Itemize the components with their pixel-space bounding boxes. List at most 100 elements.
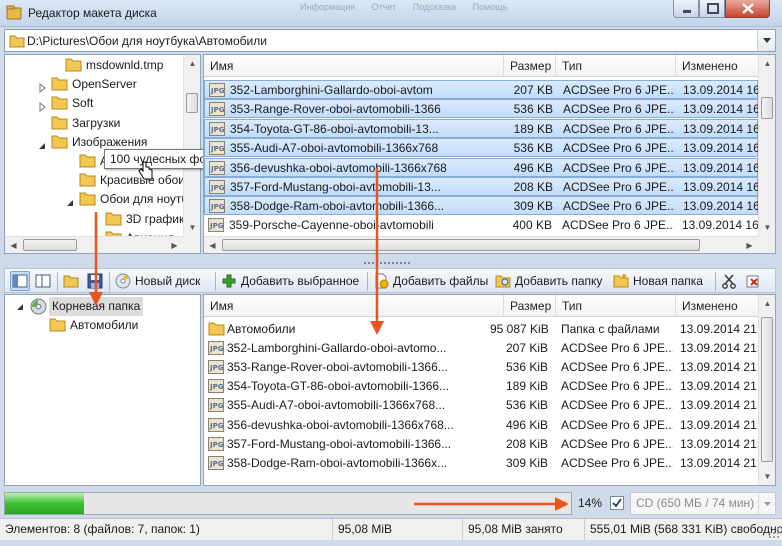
delete-button[interactable] (745, 272, 763, 291)
minimize-button[interactable] (673, 0, 699, 18)
view-list-button[interactable] (35, 272, 53, 291)
disc-type-select[interactable]: CD (650 МБ / 74 мин) (630, 492, 776, 515)
scroll-left-arrow[interactable]: ◀ (204, 237, 221, 253)
scroll-left-arrow[interactable]: ◀ (5, 237, 22, 253)
source-list-horizontal-scrollbar[interactable]: ◀ ▶ (204, 236, 758, 253)
jpg-file-icon: JPG (208, 341, 224, 356)
file-row[interactable]: JPG 359-Porsche-Cayenne-oboi-avtomobili 40… (204, 216, 758, 235)
disc-file-row[interactable]: Автомобили 95 087 KiB Папка с файлами 13.09… (204, 320, 758, 339)
tree-item[interactable]: Красивые обои (5, 171, 185, 190)
disc-type-checkbox[interactable] (610, 496, 624, 510)
split-view-icon (35, 274, 51, 288)
file-row[interactable]: JPG 357-Ford-Mustang-oboi-avtomobili-13..… (204, 177, 759, 196)
disc-editor-icon (6, 5, 22, 20)
file-row[interactable]: JPG 355-Audi-A7-oboi-avtomobili-1366x768 5… (204, 138, 759, 158)
disc-file-row[interactable]: JPG 354-Toyota-GT-86-oboi-avtomobili-1366… (204, 377, 758, 396)
tree-item[interactable]: Soft (5, 94, 181, 113)
disc-file-row[interactable]: JPG 358-Dodge-Ram-oboi-avtomobili-1366x..… (204, 454, 758, 473)
scroll-thumb[interactable] (23, 239, 77, 251)
tree-item-label: OpenServer (72, 77, 137, 92)
disc-file-row[interactable]: JPG 357-Ford-Mustang-oboi-avtomobili-1366… (204, 435, 758, 454)
disc-file-list[interactable]: Имя Размер Тип Изменено Автомобили 95 087… (203, 294, 776, 486)
close-button[interactable] (725, 0, 770, 18)
file-type: ACDSee Pro 6 JPE... (561, 455, 673, 470)
file-modified: 13.09.2014 21: (680, 379, 758, 394)
scroll-thumb[interactable] (761, 317, 773, 462)
disc-folder-tree[interactable]: Корневая папка Автомобили (4, 294, 201, 486)
tree-item[interactable]: 3D графика (5, 210, 191, 229)
open-folder-button[interactable] (63, 272, 81, 291)
file-row[interactable]: JPG 358-Dodge-Ram-oboi-avtomobili-1366...… (204, 196, 759, 216)
add-folder-button[interactable]: Добавить папку (495, 272, 607, 291)
scroll-up-arrow[interactable]: ▲ (759, 295, 775, 312)
column-header-size[interactable]: Размер (504, 295, 556, 317)
new-disc-button[interactable]: Новый диск (115, 272, 211, 291)
scroll-down-arrow[interactable]: ▼ (184, 219, 200, 236)
file-row[interactable]: JPG 354-Toyota-GT-86-oboi-avtomobili-13..… (204, 118, 759, 138)
file-modified: 13.09.2014 16 (683, 83, 759, 97)
column-header-modified[interactable]: Изменено (676, 295, 760, 317)
toolbar-separator (109, 272, 110, 291)
expanded-triangle-icon[interactable] (65, 195, 75, 207)
file-modified: 13.09.2014 16 (682, 217, 758, 232)
file-type: ACDSee Pro 6 JPE... (563, 121, 675, 136)
tree-item[interactable]: Загрузки (5, 114, 181, 133)
file-modified: 13.09.2014 16 (683, 180, 759, 194)
column-header-modified[interactable]: Изменено (676, 55, 760, 77)
scroll-right-arrow[interactable]: ▶ (166, 237, 183, 253)
folder-icon (51, 116, 68, 130)
column-header-size[interactable]: Размер (504, 55, 556, 77)
column-header-type[interactable]: Тип (556, 295, 676, 317)
jpg-file-icon: JPG (209, 160, 225, 175)
svg-text:JPG: JPG (210, 106, 225, 114)
minimize-icon (683, 10, 691, 13)
maximize-button[interactable] (699, 0, 725, 18)
scroll-up-arrow[interactable]: ▲ (759, 55, 775, 72)
disc-file-row[interactable]: JPG 355-Audi-A7-oboi-avtomobili-1366x768.… (204, 396, 758, 415)
tree-item[interactable]: Обои для ноутбука (5, 190, 200, 209)
disc-list-vertical-scrollbar[interactable]: ▲ ▼ (758, 295, 775, 485)
expanded-triangle-icon[interactable] (37, 138, 47, 149)
disc-file-row[interactable]: JPG 356-devushka-oboi-avtomobili-1366x768… (204, 416, 758, 435)
scroll-thumb[interactable] (222, 239, 700, 251)
tree-horizontal-scrollbar[interactable]: ◀ ▶ (5, 236, 183, 253)
column-header-name[interactable]: Имя (204, 295, 504, 317)
add-selected-button[interactable]: Добавить выбранное (221, 272, 361, 291)
path-combobox[interactable]: D:\Pictures\Обои для ноутбука\Автомобили (4, 29, 776, 52)
column-header-type[interactable]: Тип (556, 55, 676, 77)
tree-item-root[interactable]: Корневая папка (5, 297, 200, 316)
scroll-up-arrow[interactable]: ▲ (184, 55, 200, 72)
scroll-thumb[interactable] (186, 93, 198, 113)
save-button[interactable] (87, 272, 105, 291)
file-row[interactable]: JPG 356-devushka-oboi-avtomobili-1366x768… (204, 157, 759, 177)
column-header-name[interactable]: Имя (204, 55, 504, 77)
file-row[interactable]: JPG 352-Lamborghini-Gallardo-oboi-avtom 20… (204, 80, 759, 99)
file-row[interactable]: JPG 353-Range-Rover-oboi-avtomobili-1366 5… (204, 99, 759, 119)
scroll-thumb[interactable] (761, 97, 773, 119)
disc-type-dropdown-button[interactable] (758, 493, 775, 514)
add-files-button[interactable]: Добавить файлы (373, 272, 491, 291)
tree-item[interactable]: OpenServer (5, 75, 181, 94)
folder-icon (51, 135, 68, 149)
source-file-list[interactable]: Имя Размер Тип Изменено JPG 352-Lamborghi… (203, 54, 776, 254)
scroll-down-arrow[interactable]: ▼ (759, 468, 775, 485)
disc-file-row[interactable]: JPG 352-Lamborghini-Gallardo-oboi-avtomo.… (204, 339, 758, 358)
disc-file-row[interactable]: JPG 353-Range-Rover-oboi-avtomobili-1366.… (204, 358, 758, 377)
collapsed-triangle-icon[interactable] (37, 80, 47, 94)
resize-grip-icon[interactable] (768, 527, 780, 539)
file-type: ACDSee Pro 6 JPE... (563, 160, 675, 175)
tree-item[interactable]: msdownld.tmp (5, 56, 181, 75)
tree-vertical-scrollbar[interactable]: ▲ ▼ (183, 55, 200, 236)
scroll-right-arrow[interactable]: ▶ (741, 237, 758, 253)
scroll-down-arrow[interactable]: ▼ (759, 219, 775, 236)
source-list-vertical-scrollbar[interactable]: ▲ ▼ (758, 55, 775, 236)
new-folder-button[interactable]: Новая папка (613, 272, 709, 291)
cut-button[interactable] (721, 272, 739, 291)
file-name: 354-Toyota-GT-86-oboi-avtomobili-13... (230, 121, 439, 136)
pane-splitter[interactable] (4, 257, 776, 267)
view-tree-list-button[interactable] (10, 271, 30, 291)
tree-item-child[interactable]: Автомобили (5, 316, 200, 335)
collapsed-triangle-icon[interactable] (37, 99, 47, 113)
path-dropdown-button[interactable] (757, 30, 775, 51)
file-type: ACDSee Pro 6 JPE... (563, 141, 675, 156)
